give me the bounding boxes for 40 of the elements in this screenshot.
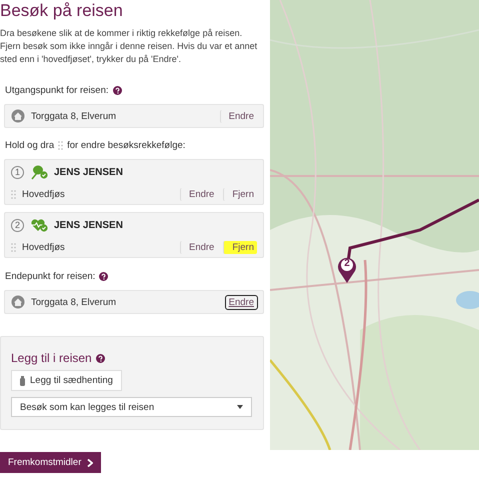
visit-card[interactable]: 2 JENS JENSEN Hovedfjøs Endre Fjern xyxy=(4,212,264,258)
intro-text: Dra besøkene slik at de kommer i riktig rekkefølge på reisen. Fjern besøk som ikke inngår i denne reisen. Hvis du var et annet sted enn i 'hovedfjøset', trykker du på 'Endre'. xyxy=(0,27,258,66)
order-number: 2 xyxy=(11,218,24,232)
home-icon xyxy=(11,295,25,309)
heart-pulse-icon xyxy=(30,217,48,233)
home-icon xyxy=(11,109,25,123)
remove-link[interactable]: Fjern xyxy=(223,188,257,200)
edit-link[interactable]: Endre xyxy=(180,188,218,200)
help-icon[interactable] xyxy=(112,86,122,95)
farmer-name: JENS JENSEN xyxy=(54,220,123,230)
address-text: Torggata 8, Elverum xyxy=(31,296,118,308)
chevron-icon xyxy=(87,458,94,466)
location-text: Hovedfjøs xyxy=(22,242,66,252)
section-label: Utgangspunkt for reisen: xyxy=(5,85,109,96)
map-marker[interactable]: 2 xyxy=(337,256,357,284)
location-text: Hovedfjøs xyxy=(22,188,66,200)
next-button[interactable]: Fremkomstmidler xyxy=(0,452,102,473)
edit-link[interactable]: Endre xyxy=(226,296,257,308)
visit-card[interactable]: 1 JENS JENSEN Hovedfjøs Endre Fjern xyxy=(4,159,264,205)
tube-icon xyxy=(20,376,25,386)
section-label: Endepunkt for reisen: xyxy=(5,271,96,282)
visit-select[interactable]: Besøk som kan legges til reisen xyxy=(11,397,252,417)
help-icon[interactable] xyxy=(99,272,108,281)
address-text: Torggata 8, Elverum xyxy=(31,110,118,122)
remove-link[interactable]: Fjern xyxy=(223,240,257,254)
drag-hint-text: for endre besøksrekkefølge: xyxy=(67,140,186,151)
drag-handle-icon[interactable] xyxy=(11,242,16,252)
add-title: Legg til i reisen xyxy=(11,351,92,365)
edit-link[interactable]: Endre xyxy=(220,110,257,122)
caret-icon xyxy=(237,405,243,409)
drag-hint-text: Hold og dra xyxy=(5,140,54,151)
sprout-icon xyxy=(30,164,48,180)
order-number: 1 xyxy=(11,166,24,178)
add-pickup-button[interactable]: Legg til sædhenting xyxy=(11,370,122,391)
farmer-name: JENS JENSEN xyxy=(54,166,123,178)
help-icon[interactable] xyxy=(96,354,105,362)
drag-handle-icon[interactable] xyxy=(11,190,16,198)
drag-dots-icon[interactable] xyxy=(58,141,64,150)
edit-link[interactable]: Endre xyxy=(180,240,218,254)
page-title: Besøk på reisen xyxy=(0,1,124,21)
